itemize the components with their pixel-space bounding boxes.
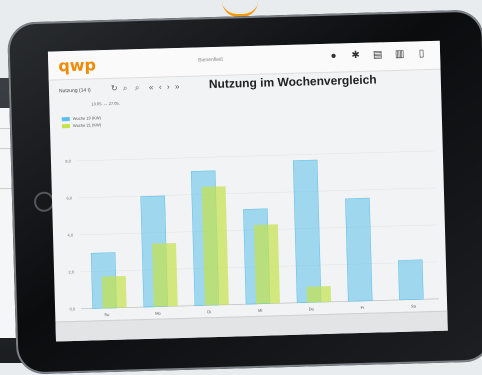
- bar-week2-Do: [306, 286, 332, 303]
- bar-week2-Di: [201, 186, 229, 306]
- y-tick-label: 2,0: [68, 269, 74, 274]
- x-tick-label: So: [104, 312, 110, 317]
- x-tick-label: Mo: [155, 311, 161, 316]
- bar-week2-Mi: [253, 224, 281, 304]
- refresh-icon[interactable]: ↻: [111, 84, 118, 93]
- date-range[interactable]: 13.05. ↔ 27.05.: [91, 101, 120, 107]
- y-tick-label: 8,0: [65, 159, 71, 164]
- bar-week1-Fr: [345, 197, 373, 302]
- grid-icon[interactable]: ▤: [372, 49, 383, 60]
- y-tick-label: 6,0: [66, 196, 72, 201]
- zoom-icon[interactable]: ⌕: [123, 83, 128, 93]
- last-page-icon[interactable]: »: [175, 82, 180, 91]
- x-tick-label: Do: [309, 306, 315, 311]
- bar-chart: 0,0 2,0 4,0 6,0 8,0 So Mo Di Mi Do Fr Sa: [65, 150, 439, 317]
- y-tick-label: 4,0: [67, 232, 73, 237]
- week-select[interactable]: Nutzung (14 t): [59, 87, 91, 94]
- prev-icon[interactable]: ‹: [159, 82, 162, 91]
- x-tick-label: Sa: [411, 303, 417, 308]
- file-icon[interactable]: ▯: [416, 48, 427, 59]
- user-icon[interactable]: ●: [328, 51, 339, 62]
- y-tick-label: 0,0: [69, 306, 75, 311]
- zoom-out-icon[interactable]: ⌕: [135, 83, 140, 93]
- x-tick-label: Fr: [360, 305, 365, 310]
- gridline: [76, 150, 435, 162]
- tablet-frame: qwp Bienenfleiß ● ✱ ▤ ▥ ▯ Nutzung (14 t)…: [7, 9, 482, 375]
- bar-week2-Mo: [152, 242, 178, 307]
- bar-week1-Sa: [398, 259, 424, 301]
- first-page-icon[interactable]: «: [149, 83, 154, 92]
- app-brand: Bienenfleiß: [198, 56, 224, 64]
- x-tick-label: Mi: [258, 308, 262, 313]
- tablet-screen: qwp Bienenfleiß ● ✱ ▤ ▥ ▯ Nutzung (14 t)…: [47, 40, 448, 342]
- next-icon[interactable]: ›: [167, 82, 170, 91]
- app-header: qwp Bienenfleiß ● ✱ ▤ ▥ ▯: [47, 40, 441, 81]
- orange-arc-decor: [222, 0, 258, 17]
- gear-icon[interactable]: ✱: [350, 50, 361, 61]
- bar-week2-So: [101, 275, 127, 309]
- x-tick-label: Di: [207, 309, 211, 314]
- bar-week1-Do: [292, 159, 322, 304]
- app-logo[interactable]: qwp: [58, 55, 96, 75]
- gridline: [77, 187, 436, 199]
- chart-icon[interactable]: ▥: [394, 49, 405, 60]
